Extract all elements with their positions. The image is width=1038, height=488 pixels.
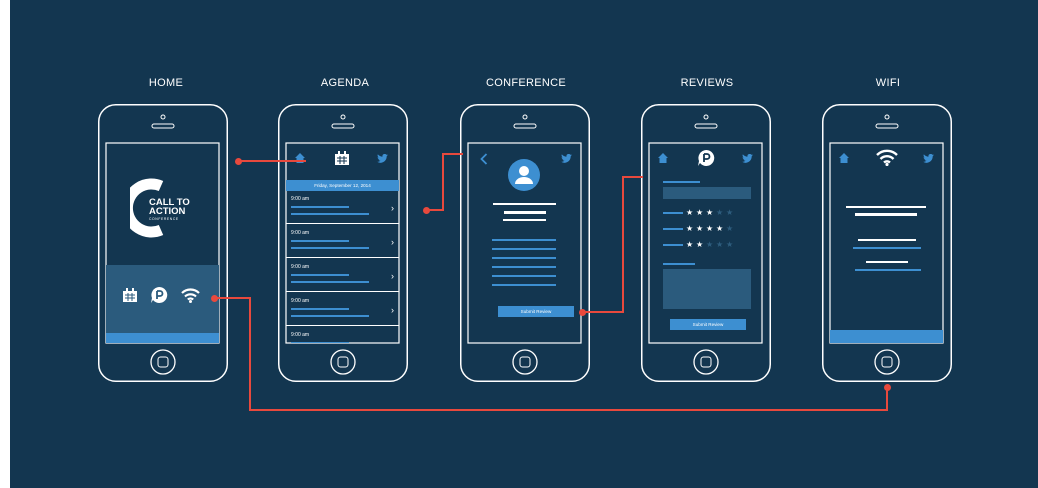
connector-endpoint-dot — [211, 295, 218, 302]
connector-endpoint-dot — [579, 309, 586, 316]
connector-agenda-to-conference — [427, 153, 463, 211]
connector-endpoint-dot — [884, 384, 891, 391]
flow-connectors — [215, 153, 888, 411]
flow-diagram: HOME AGENDA CONFERENCE REVIEWS WIFI CALL… — [10, 0, 1038, 488]
connector-conference-to-reviews — [583, 176, 643, 313]
connector-endpoint-dot — [235, 158, 242, 165]
connector-endpoint-dot — [423, 207, 430, 214]
connector-home-to-wifi — [215, 297, 888, 411]
